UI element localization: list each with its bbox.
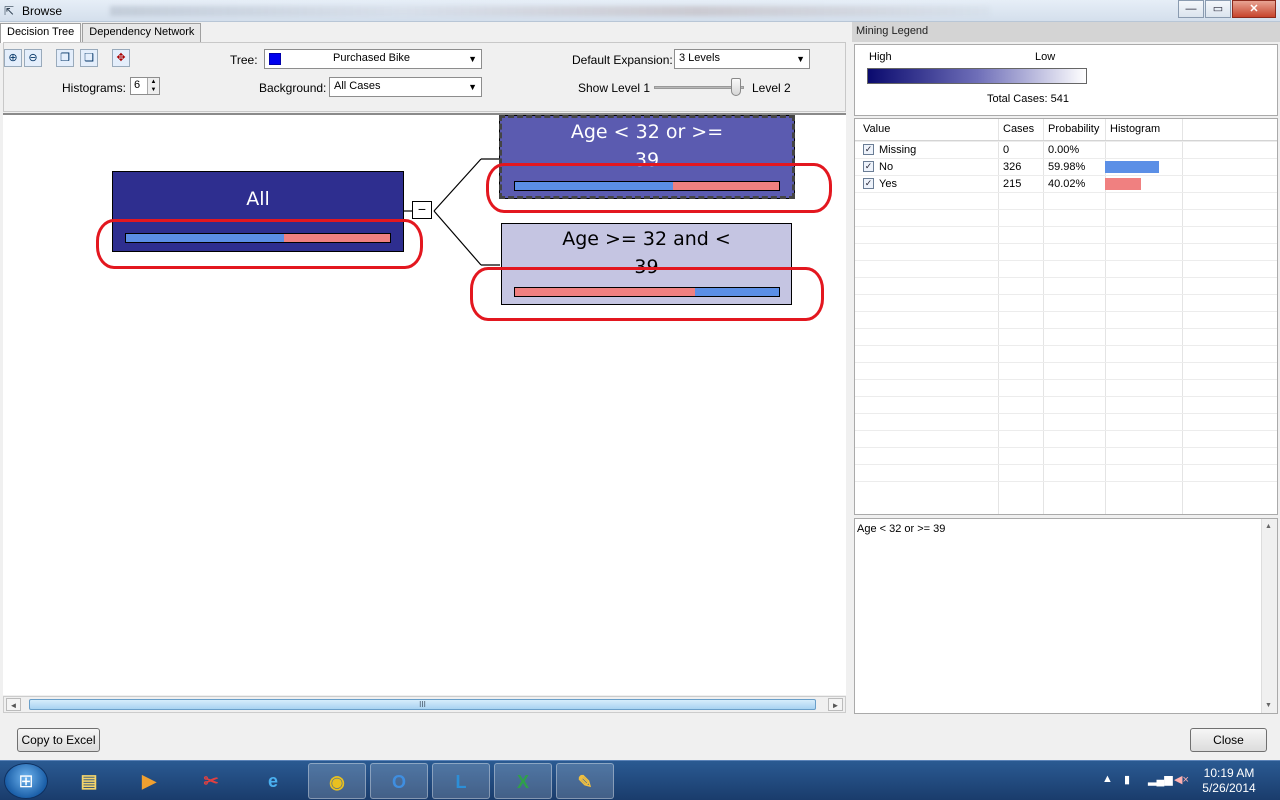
internet-explorer-icon[interactable]: e [244,763,302,799]
close-window-button[interactable]: ✕ [1232,0,1276,18]
default-expansion-select[interactable]: 3 Levels ▼ [674,49,810,69]
mining-legend-header: Mining Legend [852,22,1280,42]
taskbar: ⊞ ▤ ▶ ✂ e ◉ O L X ✎ ▲ ▮ ▂▄▆ ◀× 10:19 AM … [0,760,1280,800]
scroll-right-icon[interactable]: ► [828,698,843,711]
tree-label: Tree: [230,53,258,67]
legend-high-label: High [869,51,892,63]
system-clock[interactable]: 10:19 AM 5/26/2014 [1198,766,1260,796]
legend-probability: 0.00% [1048,144,1080,156]
zoom-out-icon[interactable]: ⊖ [24,49,42,67]
decision-tree-canvas: All − Age < 32 or >= 39 Age >= 32 and < … [3,113,846,695]
legend-row-checkbox[interactable]: ✓ [863,161,874,172]
battery-icon[interactable]: ▮ [1124,773,1130,786]
histograms-stepper[interactable]: 6 ▲ ▼ [130,77,160,95]
scroll-left-icon[interactable]: ◄ [6,698,21,711]
app-icon: ⇱ [4,4,15,18]
legend-low-label: Low [1035,51,1056,63]
chevron-down-icon: ▼ [796,54,805,64]
node-description-panel: Age < 32 or >= 39 ▲ ▼ [854,518,1278,714]
legend-histogram-bar [1105,161,1159,173]
horizontal-scrollbar[interactable]: ◄ III ► [3,696,846,713]
scroll-down-icon[interactable]: ▼ [1265,702,1272,709]
legend-table: Value Cases Probability Histogram ✓ Missi… [854,118,1278,515]
node-label: All [246,188,270,210]
tab-dependency-network[interactable]: Dependency Network [82,23,202,42]
column-header-cases[interactable]: Cases [1003,123,1034,135]
blurred-title-content [110,6,990,16]
column-header-histogram[interactable]: Histogram [1110,123,1160,135]
scrollbar-thumb[interactable]: III [29,699,816,710]
level-max-label: Level 2 [752,81,791,95]
legend-scale-panel: High Low Total Cases: 541 [854,44,1278,116]
excel-icon[interactable]: X [494,763,552,799]
node-description-text: Age < 32 or >= 39 [857,523,946,535]
tree-select-value: Purchased Bike [333,52,411,64]
chrome-icon[interactable]: ◉ [308,763,366,799]
tree-select[interactable]: Purchased Bike ▼ [264,49,482,69]
background-label: Background: [259,81,327,95]
window-title: Browse [22,4,63,18]
show-level-label: Show Level 1 [578,81,651,95]
start-button[interactable]: ⊞ [4,763,48,799]
chevron-down-icon: ▼ [468,54,477,64]
vertical-scrollbar[interactable]: ▲ ▼ [1261,519,1277,713]
annotation-circle [470,267,824,321]
minimize-button[interactable]: — [1178,0,1204,18]
copy-graph-icon[interactable]: ❏ [80,49,98,67]
legend-value: No [879,161,894,173]
copy-to-excel-button[interactable]: Copy to Excel [17,728,100,752]
clock-time: 10:19 AM [1203,766,1255,780]
fit-to-window-icon[interactable]: ✥ [112,49,130,67]
histograms-label: Histograms: [62,81,127,95]
legend-probability: 40.02% [1048,178,1086,190]
paint-icon[interactable]: ✎ [556,763,614,799]
legend-row-checkbox[interactable]: ✓ [863,178,874,189]
close-button[interactable]: Close [1190,728,1267,752]
tab-decision-tree[interactable]: Decision Tree [0,23,82,43]
toolbar: ⊕ ⊖ ❐ ❏ ✥ Tree: Purchased Bike ▼ Default… [3,42,846,112]
legend-histogram-bar [1105,178,1141,190]
legend-cases: 0 [1003,144,1010,156]
network-signal-icon[interactable]: ▂▄▆ [1148,773,1173,786]
column-header-value[interactable]: Value [863,123,890,135]
annotation-circle [486,163,832,213]
scroll-up-icon[interactable]: ▲ [1265,523,1272,530]
outlook-icon[interactable]: O [370,763,428,799]
legend-probability: 59.98% [1048,161,1086,173]
collapse-node-button[interactable]: − [412,201,432,219]
background-value: All Cases [334,80,381,92]
tree-color-swatch [269,53,281,65]
background-select[interactable]: All Cases ▼ [329,77,482,97]
clock-date: 5/26/2014 [1202,781,1256,795]
volume-muted-icon[interactable]: ◀× [1174,773,1189,786]
stepper-arrows-icon[interactable]: ▲ ▼ [147,78,159,94]
file-explorer-icon[interactable]: ▤ [60,763,118,799]
default-expansion-label: Default Expansion: [572,53,673,67]
zoom-in-icon[interactable]: ⊕ [4,49,22,67]
copy-icon[interactable]: ❐ [56,49,74,67]
chevron-down-icon: ▼ [468,82,477,92]
title-bar: ⇱ Browse — ▭ ✕ [0,0,1280,22]
histograms-value: 6 [134,79,141,91]
maximize-button[interactable]: ▭ [1205,0,1231,18]
legend-row-checkbox[interactable]: ✓ [863,144,874,155]
tab-strip: Decision Tree Dependency Network [0,23,202,43]
level-slider-thumb[interactable] [731,78,741,96]
column-header-probability[interactable]: Probability [1048,123,1099,135]
media-player-icon[interactable]: ▶ [120,763,178,799]
total-cases-label: Total Cases: 541 [987,93,1069,105]
legend-cases: 215 [1003,178,1022,190]
legend-cases: 326 [1003,161,1022,173]
default-expansion-value: 3 Levels [679,52,720,64]
show-hidden-icons-icon[interactable]: ▲ [1102,773,1113,785]
lync-icon[interactable]: L [432,763,490,799]
snipping-tool-icon[interactable]: ✂ [182,763,240,799]
annotation-circle [96,219,423,269]
legend-value: Missing [879,144,917,156]
legend-gradient-bar [867,68,1087,84]
legend-value: Yes [879,178,897,190]
